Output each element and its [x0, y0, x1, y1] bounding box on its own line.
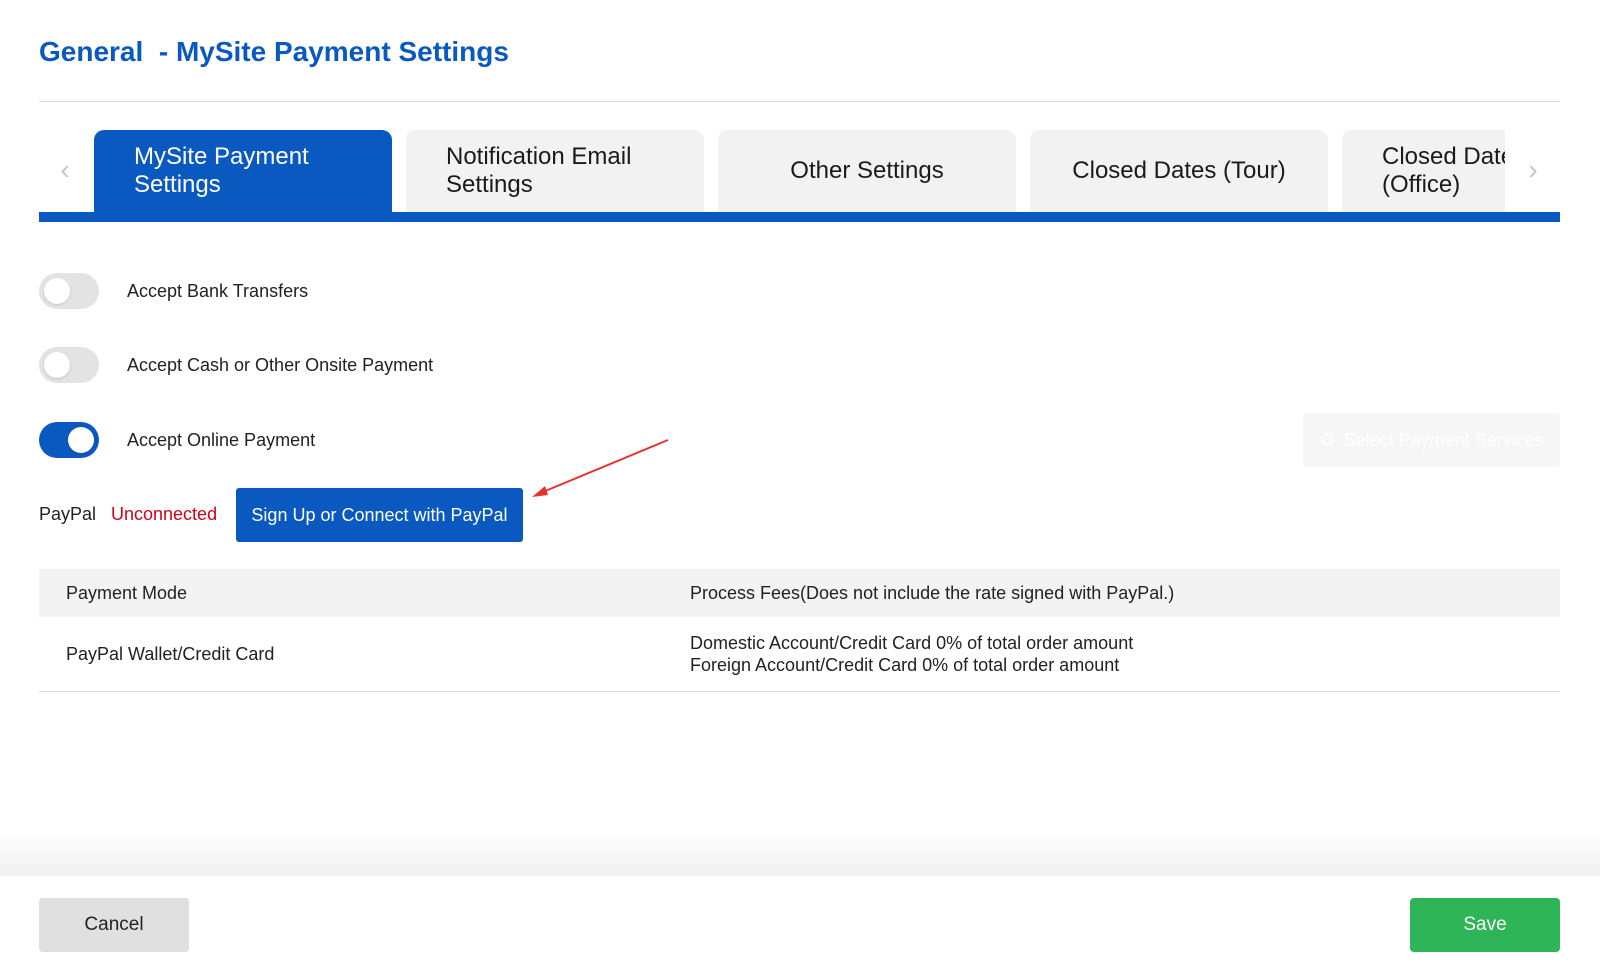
gear-icon: ⚙ — [1319, 429, 1336, 450]
select-payment-services-label: Select Payment Services — [1343, 429, 1544, 450]
tab-label: Settings — [134, 171, 221, 198]
page-title: General - MySite Payment Settings — [39, 36, 509, 67]
cash-onsite-toggle[interactable] — [39, 347, 99, 383]
toggle-knob — [68, 427, 94, 453]
chevron-left-icon[interactable]: ‹ — [53, 152, 77, 188]
cash-onsite-option: Accept Cash or Other Onsite Payment — [39, 346, 433, 384]
bank-transfer-label: Accept Bank Transfers — [127, 280, 309, 301]
annotation-arrow — [532, 439, 669, 497]
cancel-button[interactable]: Cancel — [39, 898, 189, 952]
bank-transfer-toggle[interactable] — [39, 273, 99, 309]
column-header-payment-mode: Payment Mode — [66, 582, 188, 603]
tab-label: Settings — [446, 171, 533, 198]
tab-closed-dates-office[interactable]: Closed Dates (Office) — [1342, 130, 1505, 212]
tab-mysite-payment-settings[interactable]: MySite Payment Settings — [94, 130, 392, 212]
tab-notification-email-settings[interactable]: Notification Email Settings — [406, 130, 704, 212]
tab-other-settings[interactable]: Other Settings — [718, 130, 1016, 212]
select-payment-services-button[interactable]: ⚙ Select Payment Services — [1303, 413, 1560, 467]
tab-strip: MySite Payment Settings Notification Ema… — [94, 130, 1505, 212]
online-payment-option: Accept Online Payment — [39, 421, 315, 459]
tab-closed-dates-tour[interactable]: Closed Dates (Tour) — [1030, 130, 1328, 212]
process-fees-table: Payment Mode Process Fees(Does not inclu… — [39, 569, 1560, 692]
process-fees-cell: Domestic Account/Credit Card 0% of total… — [690, 632, 1560, 676]
foreign-fee-text: Foreign Account/Credit Card 0% of total … — [690, 655, 1120, 675]
payment-mode-cell: PayPal Wallet/Credit Card — [66, 643, 275, 664]
title-divider — [39, 101, 1560, 102]
column-header-process-fees: Process Fees(Does not include the rate s… — [690, 582, 1175, 603]
paypal-status-badge: Unconnected — [111, 504, 218, 524]
footer-bar: Cancel Save — [0, 876, 1600, 972]
table-header: Payment Mode Process Fees(Does not inclu… — [39, 569, 1560, 617]
footer-shadow — [0, 830, 1600, 876]
tab-label: Other Settings — [790, 157, 944, 184]
tab-label: MySite Payment — [134, 143, 309, 170]
toggle-knob — [44, 278, 70, 304]
connect-paypal-button[interactable]: Sign Up or Connect with PayPal — [236, 488, 523, 542]
tab-label: Closed Dates (Tour) — [1072, 157, 1286, 184]
toggle-knob — [44, 352, 70, 378]
online-payment-label: Accept Online Payment — [127, 429, 316, 450]
tab-label: (Office) — [1382, 171, 1461, 198]
paypal-label: PayPal — [39, 504, 97, 524]
online-payment-toggle[interactable] — [39, 422, 99, 458]
tab-label: Notification Email — [446, 143, 632, 170]
chevron-right-icon[interactable]: › — [1521, 152, 1545, 188]
tab-underline-bar — [39, 212, 1560, 222]
table-row: PayPal Wallet/Credit Card Domestic Accou… — [39, 617, 1560, 692]
tab-label: Closed Dates — [1382, 143, 1505, 170]
cash-onsite-label: Accept Cash or Other Onsite Payment — [127, 354, 434, 375]
domestic-fee-text: Domestic Account/Credit Card 0% of total… — [690, 633, 1134, 653]
save-button[interactable]: Save — [1410, 898, 1560, 952]
bank-transfer-option: Accept Bank Transfers — [39, 272, 308, 310]
